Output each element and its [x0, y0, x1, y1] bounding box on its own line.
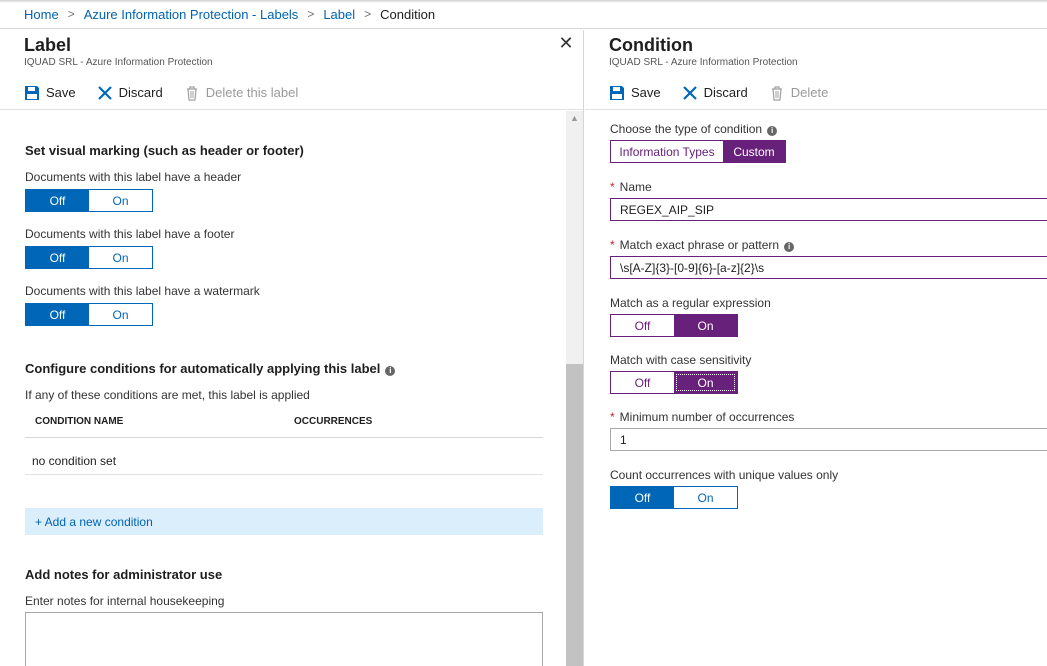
required-asterisk: * — [610, 410, 615, 424]
footer-on-option[interactable]: On — [89, 247, 152, 268]
table-row: no condition set — [25, 439, 543, 475]
condition-type-toggle[interactable]: Information Types Custom — [610, 140, 786, 163]
regex-on-option[interactable]: On — [674, 315, 737, 336]
command-bar: Save Discard Delete — [585, 76, 1047, 110]
visual-marking-title: Set visual marking (such as header or fo… — [25, 143, 304, 158]
chevron-right-icon: > — [307, 7, 315, 21]
regex-toggle[interactable]: Off On — [610, 314, 738, 337]
conditions-title: Configure conditions for automatically a… — [25, 361, 396, 376]
unique-values-toggle[interactable]: Off On — [610, 486, 738, 509]
scroll-thumb[interactable] — [566, 364, 583, 666]
conditions-title-text: Configure conditions for automatically a… — [25, 361, 381, 376]
chevron-right-icon: > — [67, 7, 75, 21]
discard-button[interactable]: Discard — [682, 85, 748, 101]
column-occurrences[interactable]: OCCURRENCES — [294, 416, 372, 427]
custom-option[interactable]: Custom — [723, 141, 785, 162]
blade-title: Condition — [609, 35, 693, 55]
case-off-option[interactable]: Off — [611, 372, 674, 393]
header-off-option[interactable]: Off — [26, 190, 89, 211]
close-icon[interactable]: ✕ — [557, 34, 575, 52]
trash-icon — [184, 85, 200, 101]
label-blade: Label IQUAD SRL - Azure Information Prot… — [0, 30, 584, 666]
notes-textarea[interactable] — [25, 612, 543, 666]
required-asterisk: * — [610, 238, 615, 252]
chevron-right-icon: > — [364, 7, 372, 21]
scroll-up-arrow-icon[interactable]: ▲ — [566, 111, 583, 125]
discard-x-icon — [682, 85, 698, 101]
min-occurrences-input[interactable]: 1 — [610, 428, 1047, 451]
footer-toggle-label: Documents with this label have a footer — [25, 227, 235, 241]
discard-button[interactable]: Discard — [97, 85, 163, 101]
blade-subtitle: IQUAD SRL - Azure Information Protection — [24, 57, 213, 68]
min-occurrences-label: * Minimum number of occurrences — [610, 410, 794, 424]
pattern-label: * Match exact phrase or pattern i — [610, 238, 795, 252]
empty-row-text: no condition set — [32, 454, 117, 468]
footer-off-option[interactable]: Off — [26, 247, 89, 268]
save-button[interactable]: Save — [24, 85, 76, 101]
notes-title: Add notes for administrator use — [25, 567, 223, 582]
top-shadow — [0, 0, 1047, 3]
watermark-toggle[interactable]: Off On — [25, 303, 153, 326]
footer-toggle[interactable]: Off On — [25, 246, 153, 269]
breadcrumb-condition: Condition — [380, 6, 436, 22]
conditions-table-header: CONDITION NAME OCCURRENCES — [25, 405, 543, 438]
breadcrumb-label[interactable]: Label — [323, 7, 355, 22]
save-button[interactable]: Save — [609, 85, 661, 101]
vertical-scrollbar[interactable]: ▲ — [566, 111, 583, 666]
save-icon — [24, 85, 40, 101]
notes-label: Enter notes for internal housekeeping — [25, 594, 225, 608]
watermark-on-option[interactable]: On — [89, 304, 152, 325]
add-condition-link[interactable]: + Add a new condition — [25, 508, 543, 535]
info-icon[interactable]: i — [767, 126, 778, 136]
blade-title: Label — [24, 35, 72, 55]
blade-subtitle: IQUAD SRL - Azure Information Protection — [609, 57, 798, 68]
info-icon[interactable]: i — [784, 242, 795, 252]
delete-label: Delete this label — [205, 85, 299, 100]
header-on-option[interactable]: On — [89, 190, 152, 211]
case-sensitivity-toggle[interactable]: Off On — [610, 371, 738, 394]
delete-label: Delete — [790, 85, 829, 100]
save-icon — [609, 85, 625, 101]
regex-label: Match as a regular expression — [610, 296, 771, 310]
trash-icon — [769, 85, 785, 101]
breadcrumb-home[interactable]: Home — [24, 7, 59, 22]
regex-off-option[interactable]: Off — [611, 315, 674, 336]
header-toggle-label: Documents with this label have a header — [25, 170, 242, 184]
unique-values-label: Count occurrences with unique values onl… — [610, 468, 839, 482]
unique-off-option[interactable]: Off — [611, 487, 674, 508]
unique-on-option[interactable]: On — [674, 487, 737, 508]
conditions-description: If any of these conditions are met, this… — [25, 388, 310, 402]
discard-x-icon — [97, 85, 113, 101]
name-input[interactable]: REGEX_AIP_SIP — [610, 198, 1047, 221]
breadcrumb-labels[interactable]: Azure Information Protection - Labels — [84, 7, 299, 22]
watermark-off-option[interactable]: Off — [26, 304, 89, 325]
case-on-option[interactable]: On — [674, 372, 737, 393]
discard-label: Discard — [703, 85, 748, 100]
information-types-option[interactable]: Information Types — [611, 141, 723, 162]
column-condition-name[interactable]: CONDITION NAME — [35, 416, 123, 427]
delete-label-button[interactable]: Delete this label — [184, 85, 299, 101]
pattern-input[interactable]: \s[A-Z]{3}-[0-9]{6}-[a-z]{2}\s — [610, 256, 1047, 279]
delete-button[interactable]: Delete — [769, 85, 829, 101]
save-label: Save — [631, 85, 661, 100]
condition-type-label-text: Choose the type of condition — [610, 122, 763, 136]
label-blade-content: Set visual marking (such as header or fo… — [0, 111, 566, 666]
required-asterisk: * — [610, 180, 615, 194]
min-occurrences-label-text: Minimum number of occurrences — [619, 410, 795, 424]
pattern-label-text: Match exact phrase or pattern — [619, 238, 780, 252]
condition-blade: Condition IQUAD SRL - Azure Information … — [585, 30, 1047, 666]
condition-blade-content: Choose the type of condition i Informatio… — [585, 111, 1047, 666]
save-label: Save — [46, 85, 76, 100]
watermark-toggle-label: Documents with this label have a waterma… — [25, 284, 260, 298]
discard-label: Discard — [118, 85, 163, 100]
name-label: * Name — [610, 180, 652, 194]
info-icon[interactable]: i — [385, 366, 396, 376]
breadcrumb: Home > Azure Information Protection - La… — [0, 0, 1047, 29]
case-sensitivity-label: Match with case sensitivity — [610, 353, 752, 367]
condition-type-label: Choose the type of condition i — [610, 122, 778, 136]
name-label-text: Name — [619, 180, 652, 194]
header-toggle[interactable]: Off On — [25, 189, 153, 212]
command-bar: Save Discard Delete this label — [0, 76, 583, 110]
